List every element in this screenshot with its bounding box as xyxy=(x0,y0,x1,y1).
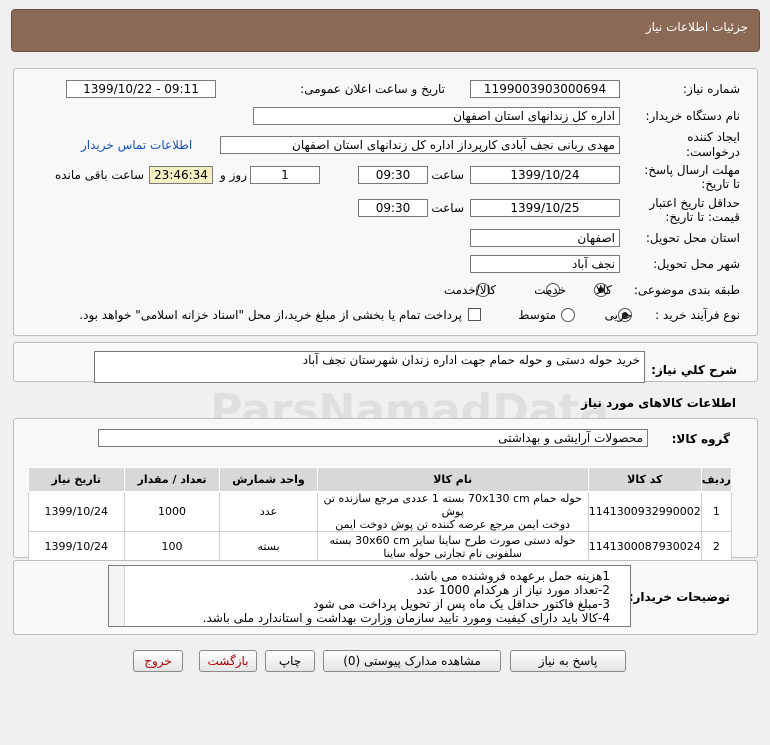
validity-time-label: ساعت xyxy=(431,201,464,215)
treasury-payment-note: پرداخت تمام یا بخشی از مبلغ خرید،از محل … xyxy=(79,308,462,322)
cell-name: حوله حمام 70x130 cm بسته 1 عددی مرجع ساز… xyxy=(316,491,589,532)
announce-label: تاریخ و ساعت اعلان عمومی: xyxy=(300,82,445,96)
col-date: تاریخ نیاز xyxy=(28,467,125,492)
purchase-option-minor: جزیی xyxy=(604,308,632,322)
deadline-time-label: ساعت xyxy=(431,168,464,182)
deadline-label-1: مهلت ارسال پاسخ: xyxy=(644,163,740,177)
deadline-date-field: 1399/10/24 xyxy=(470,166,620,184)
validity-label-2: قیمت: تا تاریخ: xyxy=(665,210,740,224)
table-header-row: ردیف کد کالا نام کالا واحد شمارش تعداد /… xyxy=(28,467,733,492)
purchase-option-medium: متوسط xyxy=(518,308,556,322)
summary-label: شرح کلي نياز: xyxy=(651,363,737,377)
col-name: نام کالا xyxy=(316,467,589,492)
summary-field: خرید حوله دستی و حوله حمام جهت اداره زند… xyxy=(94,351,645,383)
cell-row: 2 xyxy=(700,531,733,562)
city-label: شهر محل تحویل: xyxy=(653,257,740,271)
creator-label-2: درخواست: xyxy=(686,145,740,159)
goods-table: ردیف کد کالا نام کالا واحد شمارش تعداد /… xyxy=(28,467,733,562)
purchase-type-label: نوع فرآیند خرید : xyxy=(655,308,740,322)
goods-group-field: محصولات آرایشی و بهداشتی xyxy=(98,429,648,447)
validity-label-1: حداقل تاریخ اعتبار xyxy=(649,196,740,210)
cell-row: 1 xyxy=(700,491,733,532)
cell-date: 1399/10/24 xyxy=(28,531,125,562)
need-number-field: 1199003903000694 xyxy=(470,80,620,98)
col-unit: واحد شمارش xyxy=(219,467,318,492)
cell-date: 1399/10/24 xyxy=(28,491,125,532)
table-row: 2 1141300087930024 حوله دستی صورت طرح سا… xyxy=(28,531,733,562)
deadline-label-2: تا تاریخ: xyxy=(701,177,740,191)
validity-date-field: 1399/10/25 xyxy=(470,199,620,217)
buyer-notes-label: توضیحات خریدار: xyxy=(628,590,730,604)
note-line: 2-تعداد مورد نیاز از هرکدام 1000 عدد xyxy=(416,583,610,597)
note-line: 1هزینه حمل برعهده فروشنده می باشد. xyxy=(410,569,610,583)
category-option-goods: کالا xyxy=(595,283,612,297)
goods-section-title: اطلاعات کالاهای مورد نیاز xyxy=(581,396,736,410)
creator-field: مهدی ربانی نجف آبادی کارپرداز اداره کل ز… xyxy=(220,136,620,154)
deadline-time-field: 09:30 xyxy=(358,166,428,184)
note-line: 3-مبلغ فاکتور حداقل یک ماه پس از تحویل پ… xyxy=(313,597,610,611)
goods-group-label: گروه کالا: xyxy=(671,432,730,446)
remaining-label: ساعت باقی مانده xyxy=(54,168,144,182)
cell-unit: عدد xyxy=(219,491,318,532)
cell-name-line-2: سلفونی نام تجارتی حوله ساینا xyxy=(383,546,522,560)
exit-button[interactable]: خروج xyxy=(133,650,183,672)
back-button[interactable]: بازگشت xyxy=(199,650,257,672)
page-title: جزئیات اطلاعات نیاز xyxy=(645,20,748,34)
notes-scrollbar[interactable] xyxy=(109,566,125,626)
cell-qty: 100 xyxy=(123,531,221,562)
cell-code: 1141300087930024 xyxy=(587,531,702,562)
attachments-button[interactable]: مشاهده مدارک پیوستی (0) xyxy=(323,650,501,672)
cell-code: 1141300932990002 xyxy=(587,491,702,532)
reply-button[interactable]: پاسخ به نیاز xyxy=(510,650,626,672)
validity-time-field: 09:30 xyxy=(358,199,428,217)
cell-name-line-2: دوخت ایمن مرجع عرضه کننده تن پوش دوخت ای… xyxy=(335,518,571,531)
buyer-notes-box[interactable]: 1هزینه حمل برعهده فروشنده می باشد. 2-تعد… xyxy=(108,565,631,627)
cell-name-line-1: حوله حمام 70x130 cm بسته 1 عددی مرجع ساز… xyxy=(323,492,582,518)
note-line: 4-کالا باید دارای کیفیت ومورد تایید سازم… xyxy=(202,611,610,625)
days-label: روز و xyxy=(220,168,247,182)
col-code: کد کالا xyxy=(587,467,702,492)
col-qty: تعداد / مقدار xyxy=(123,467,221,492)
need-number-label: شماره نیاز: xyxy=(683,82,740,96)
purchase-radio-medium[interactable] xyxy=(561,308,575,322)
announce-field: 1399/10/22 - 09:11 xyxy=(66,80,216,98)
buyer-org-label: نام دستگاه خریدار: xyxy=(645,109,741,123)
goods-table-wrap: ردیف کد کالا نام کالا واحد شمارش تعداد /… xyxy=(28,467,733,562)
category-option-goods-service: کالا/خدمت xyxy=(443,283,496,297)
category-option-service: خدمت xyxy=(534,283,566,297)
print-button[interactable]: چاپ xyxy=(265,650,315,672)
table-row: 1 1141300932990002 حوله حمام 70x130 cm ب… xyxy=(28,491,733,532)
contact-info-link[interactable]: اطلاعات تماس خریدار xyxy=(81,138,192,152)
col-row: ردیف xyxy=(700,467,733,492)
days-field: 1 xyxy=(250,166,320,184)
remaining-timer: 23:46:34 xyxy=(149,166,213,184)
cell-name-line-1: حوله دستی صورت طرح ساینا سایز 30x60 cm ب… xyxy=(329,533,576,547)
cell-unit: بسته xyxy=(219,531,318,562)
cell-name: حوله دستی صورت طرح ساینا سایز 30x60 cm ب… xyxy=(316,531,589,562)
creator-label-1: ایجاد کننده xyxy=(687,130,740,144)
province-label: استان محل تحویل: xyxy=(645,231,740,245)
treasury-payment-checkbox[interactable] xyxy=(468,308,481,321)
cell-qty: 1000 xyxy=(123,491,221,532)
province-field: اصفهان xyxy=(470,229,620,247)
category-label: طبقه بندی موضوعی: xyxy=(633,283,740,297)
city-field: نجف آباد xyxy=(470,255,620,273)
buyer-org-field: اداره کل زندانهای استان اصفهان xyxy=(253,107,620,125)
